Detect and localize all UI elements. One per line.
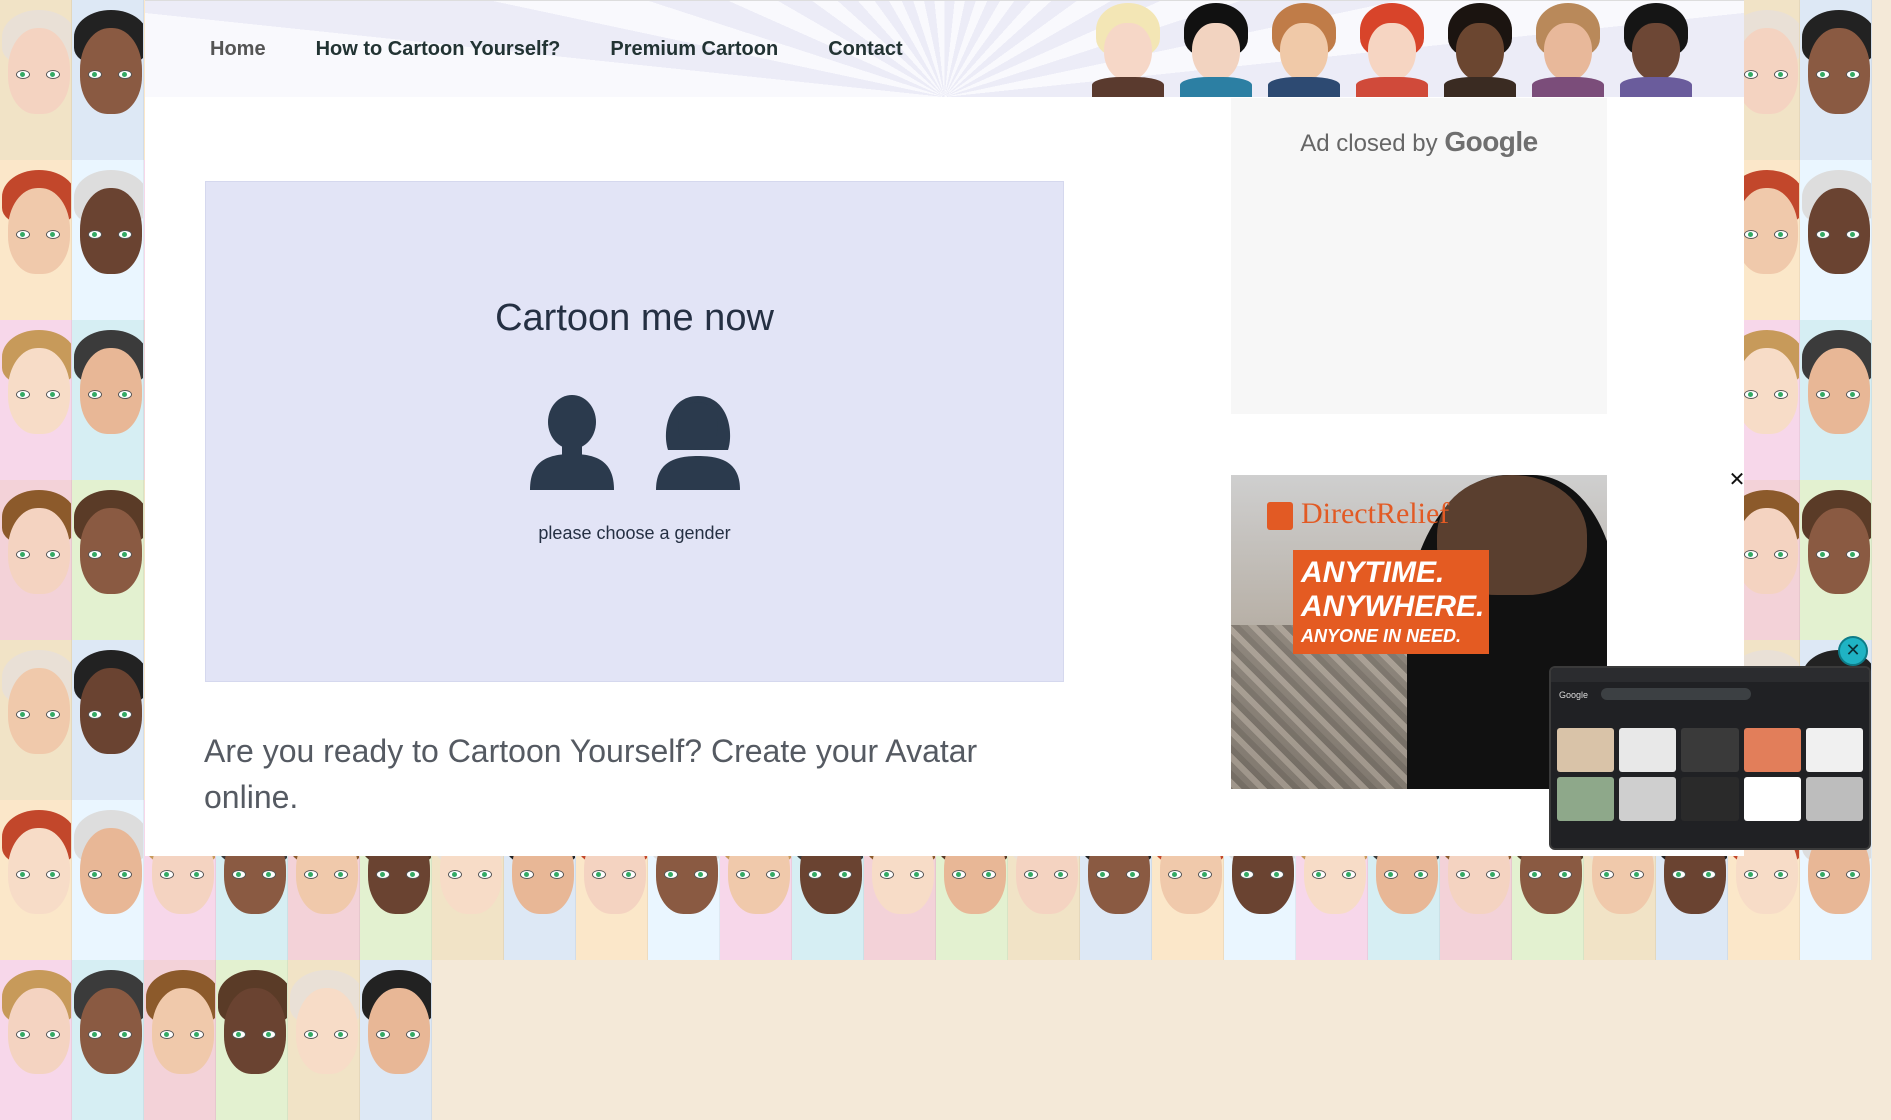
cta-title: Cartoon me now bbox=[495, 297, 774, 339]
ad-slogan: ANYTIME. ANYWHERE. ANYONE IN NEED. bbox=[1293, 550, 1489, 654]
background-avatar-tile bbox=[72, 480, 144, 640]
male-silhouette-icon[interactable] bbox=[528, 392, 616, 492]
background-avatar-tile bbox=[216, 960, 288, 1120]
pip-thumbnail bbox=[1681, 777, 1739, 821]
background-avatar-tile bbox=[360, 960, 432, 1120]
pip-thumbnail bbox=[1805, 777, 1863, 821]
background-avatar-tile bbox=[0, 0, 72, 160]
pip-tab-bar bbox=[1551, 668, 1869, 682]
page-container: Home How to Cartoon Yourself? Premium Ca… bbox=[145, 0, 1746, 856]
header-avatar bbox=[1172, 1, 1260, 97]
intro-heading: Are you ready to Cartoon Yourself? Creat… bbox=[204, 733, 978, 815]
background-avatar-tile bbox=[1800, 0, 1872, 160]
header-avatar bbox=[1436, 1, 1524, 97]
main-nav: Home How to Cartoon Yourself? Premium Ca… bbox=[210, 38, 953, 61]
nav-contact-link[interactable]: Contact bbox=[828, 38, 902, 61]
female-silhouette-icon[interactable] bbox=[654, 392, 742, 492]
background-avatar-tile bbox=[0, 480, 72, 640]
pip-thumbnail bbox=[1681, 728, 1739, 772]
background-avatar-tile bbox=[1800, 160, 1872, 320]
background-avatar-tile bbox=[72, 800, 144, 960]
header-avatar bbox=[1524, 1, 1612, 97]
gender-hint: please choose a gender bbox=[538, 523, 731, 543]
pip-thumbnail bbox=[1743, 777, 1801, 821]
cartoon-me-panel: Cartoon me now please choose a gender bbox=[205, 181, 1064, 682]
background-avatar-tile bbox=[72, 320, 144, 480]
header-avatar bbox=[1084, 1, 1172, 97]
pip-thumbnail bbox=[1805, 728, 1863, 772]
ad-slogan-line2: ANYWHERE. bbox=[1301, 590, 1485, 623]
ad-slogan-line3: ANYONE IN NEED. bbox=[1301, 626, 1462, 646]
pip-thumbnail bbox=[1743, 728, 1801, 772]
pip-image-grid bbox=[1557, 728, 1863, 821]
background-avatar-tile bbox=[0, 640, 72, 800]
nav-how-to-link[interactable]: How to Cartoon Yourself? bbox=[316, 38, 561, 61]
pip-thumbnail bbox=[1557, 728, 1615, 772]
header-avatar bbox=[1260, 1, 1348, 97]
close-circle-icon[interactable]: ✕ bbox=[1838, 636, 1868, 666]
gender-choices bbox=[206, 392, 1063, 492]
background-avatar-tile bbox=[288, 960, 360, 1120]
ad-closed-message: Ad closed by Google bbox=[1231, 126, 1607, 158]
background-avatar-tile bbox=[0, 800, 72, 960]
background-avatar-tile bbox=[0, 160, 72, 320]
ad-brand-logo: DirectRelief bbox=[1267, 497, 1449, 531]
background-avatar-tile bbox=[72, 640, 144, 800]
background-avatar-tile bbox=[72, 160, 144, 320]
ad-closed-prefix: Ad closed by bbox=[1300, 130, 1438, 157]
pip-thumbnail bbox=[1619, 728, 1677, 772]
background-avatar-tile bbox=[1800, 480, 1872, 640]
close-icon[interactable]: ✕ bbox=[1728, 470, 1746, 490]
ad-slogan-line1: ANYTIME. bbox=[1301, 556, 1445, 589]
header-avatar bbox=[1612, 1, 1700, 97]
background-avatar-tile bbox=[72, 960, 144, 1120]
nav-premium-link[interactable]: Premium Cartoon bbox=[610, 38, 778, 61]
header-avatar-strip bbox=[1084, 1, 1744, 97]
pip-thumbnail bbox=[1619, 777, 1677, 821]
google-logo: Google bbox=[1444, 126, 1538, 157]
pip-google-logo: Google bbox=[1559, 690, 1589, 700]
ad-closed-panel: Ad closed by Google bbox=[1231, 98, 1607, 414]
nav-home-link[interactable]: Home bbox=[210, 38, 266, 61]
background-avatar-tile bbox=[0, 320, 72, 480]
site-header: Home How to Cartoon Yourself? Premium Ca… bbox=[145, 0, 1744, 97]
background-avatar-tile bbox=[72, 0, 144, 160]
header-avatar bbox=[1348, 1, 1436, 97]
background-avatar-tile bbox=[144, 960, 216, 1120]
pip-search-bar bbox=[1601, 688, 1751, 700]
background-avatar-tile bbox=[1800, 320, 1872, 480]
background-avatar-tile bbox=[0, 960, 72, 1120]
picture-in-picture-window[interactable]: Google bbox=[1549, 666, 1871, 850]
pip-thumbnail bbox=[1557, 777, 1615, 821]
direct-relief-logo-icon bbox=[1267, 502, 1293, 531]
